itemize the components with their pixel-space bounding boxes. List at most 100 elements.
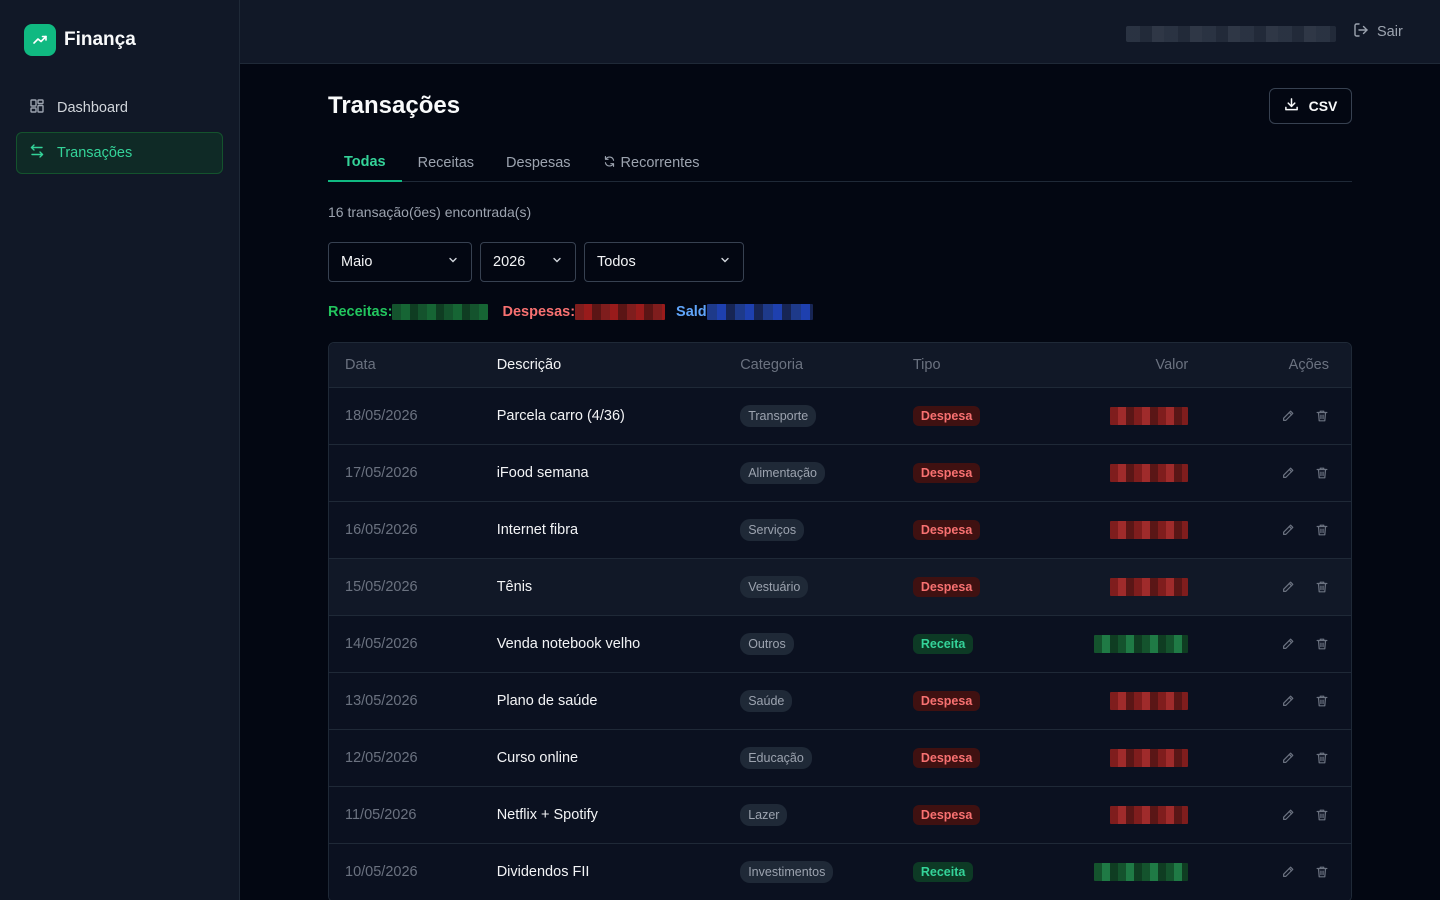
category-badge: Lazer — [740, 804, 788, 826]
type-badge: Despesa — [912, 691, 981, 711]
tab-despesas[interactable]: Despesas — [490, 144, 586, 182]
edit-icon[interactable] — [1281, 751, 1295, 765]
tab-label: Despesas — [506, 155, 571, 171]
table-row: 14/05/2026 Venda notebook velho Outros Rece… — [329, 616, 1351, 673]
edit-icon[interactable] — [1281, 808, 1295, 822]
row-date: 10/05/2026 — [345, 864, 418, 880]
category-badge: Vestuário — [740, 576, 809, 598]
header-actions: Ações — [1288, 357, 1329, 373]
category-badge: Educação — [740, 747, 812, 769]
type-badge: Despesa — [912, 520, 981, 540]
header-date: Data — [345, 357, 376, 373]
tab-receitas[interactable]: Receitas — [402, 144, 490, 182]
row-value-redacted — [1110, 464, 1189, 482]
trash-icon[interactable] — [1315, 637, 1329, 651]
row-value-redacted — [1110, 521, 1189, 539]
row-value-redacted — [1110, 806, 1189, 824]
row-description: Netflix + Spotify — [496, 807, 598, 823]
row-value-redacted — [1110, 407, 1189, 425]
sidebar-item-transactions[interactable]: Transações — [16, 132, 223, 174]
trash-icon[interactable] — [1315, 409, 1329, 423]
header-category: Categoria — [740, 357, 804, 373]
signout-button[interactable]: Sair — [1353, 22, 1403, 42]
edit-icon[interactable] — [1281, 466, 1295, 480]
table-row: 18/05/2026 Parcela carro (4/36) Transporte… — [329, 388, 1351, 445]
table-row: 17/05/2026 iFood semana Alimentação Despesa — [329, 445, 1351, 502]
edit-icon[interactable] — [1281, 580, 1295, 594]
year-select[interactable]: 2026 — [480, 242, 576, 282]
type-badge: Despesa — [912, 463, 981, 483]
row-date: 14/05/2026 — [345, 636, 418, 652]
tab-todas[interactable]: Todas — [328, 144, 402, 182]
month-select[interactable]: Maio — [328, 242, 472, 282]
brand[interactable]: Finança — [24, 24, 136, 56]
trash-icon[interactable] — [1315, 865, 1329, 879]
download-icon — [1284, 97, 1299, 115]
row-value-redacted — [1094, 635, 1189, 653]
row-date: 18/05/2026 — [345, 408, 418, 424]
trash-icon[interactable] — [1315, 466, 1329, 480]
row-value-redacted — [1094, 863, 1189, 881]
row-description: iFood semana — [496, 465, 589, 481]
page-title: Transações — [328, 92, 461, 119]
table-row: 16/05/2026 Internet fibra Serviços Despesa — [329, 502, 1351, 559]
signout-label: Sair — [1377, 24, 1403, 40]
sidebar-item-label: Transações — [57, 145, 133, 161]
trash-icon[interactable] — [1315, 694, 1329, 708]
edit-icon[interactable] — [1281, 523, 1295, 537]
edit-icon[interactable] — [1281, 409, 1295, 423]
category-badge: Saúde — [740, 690, 793, 712]
type-badge: Despesa — [912, 748, 981, 768]
table-row: 11/05/2026 Netflix + Spotify Lazer Despesa — [329, 787, 1351, 844]
dashboard-grid-icon — [29, 98, 45, 118]
edit-icon[interactable] — [1281, 694, 1295, 708]
sidebar-nav: Dashboard Transações — [16, 87, 223, 177]
type-badge: Despesa — [912, 406, 981, 426]
tab-label: Recorrentes — [620, 155, 700, 171]
sidebar: Finança Dashboard Transações — [0, 0, 240, 900]
tabs: Todas Receitas Despesas Recorrentes — [328, 144, 1352, 182]
type-select-value: Todos — [597, 254, 636, 270]
row-date: 17/05/2026 — [345, 465, 418, 481]
tab-label: Todas — [344, 154, 386, 170]
category-badge: Transporte — [740, 405, 817, 427]
trash-icon[interactable] — [1315, 808, 1329, 822]
results-count: 16 transação(ões) encontrada(s) — [328, 204, 532, 220]
row-description: Internet fibra — [496, 522, 579, 538]
logout-icon — [1353, 22, 1369, 42]
row-value-redacted — [1110, 578, 1189, 596]
row-description: Dividendos FII — [496, 864, 590, 880]
trending-up-icon — [24, 24, 56, 56]
trash-icon[interactable] — [1315, 580, 1329, 594]
table-row: 13/05/2026 Plano de saúde Saúde Despesa — [329, 673, 1351, 730]
row-value-redacted — [1110, 749, 1189, 767]
type-badge: Despesa — [912, 805, 981, 825]
year-select-value: 2026 — [493, 254, 526, 270]
brand-name: Finança — [64, 29, 136, 50]
chevron-down-icon — [447, 254, 459, 270]
trash-icon[interactable] — [1315, 523, 1329, 537]
row-description: Plano de saúde — [496, 693, 598, 709]
sidebar-item-dashboard[interactable]: Dashboard — [16, 87, 223, 129]
row-date: 15/05/2026 — [345, 579, 418, 595]
edit-icon[interactable] — [1281, 865, 1295, 879]
transfer-arrows-icon — [29, 143, 45, 163]
tab-recorrentes[interactable]: Recorrentes — [587, 144, 716, 182]
trash-icon[interactable] — [1315, 751, 1329, 765]
category-badge: Outros — [740, 633, 794, 655]
transactions-table: Data Descrição Categoria Tipo Valor Açõe… — [328, 342, 1352, 900]
tab-label: Receitas — [417, 155, 475, 171]
row-description: Venda notebook velho — [496, 636, 641, 652]
income-summary-value-redacted — [392, 304, 489, 320]
income-summary-label: Receitas: — [328, 304, 393, 320]
topbar: Sair — [240, 0, 1440, 64]
chevron-down-icon — [719, 254, 731, 270]
balance-summary-value-redacted — [706, 304, 813, 320]
row-value-redacted — [1110, 692, 1189, 710]
header-value: Valor — [1155, 357, 1189, 373]
type-badge: Despesa — [912, 577, 981, 597]
edit-icon[interactable] — [1281, 637, 1295, 651]
export-csv-button[interactable]: CSV — [1269, 88, 1352, 124]
type-select[interactable]: Todos — [584, 242, 744, 282]
summary-bar: Receitas: Despesas: Sald — [328, 296, 813, 328]
